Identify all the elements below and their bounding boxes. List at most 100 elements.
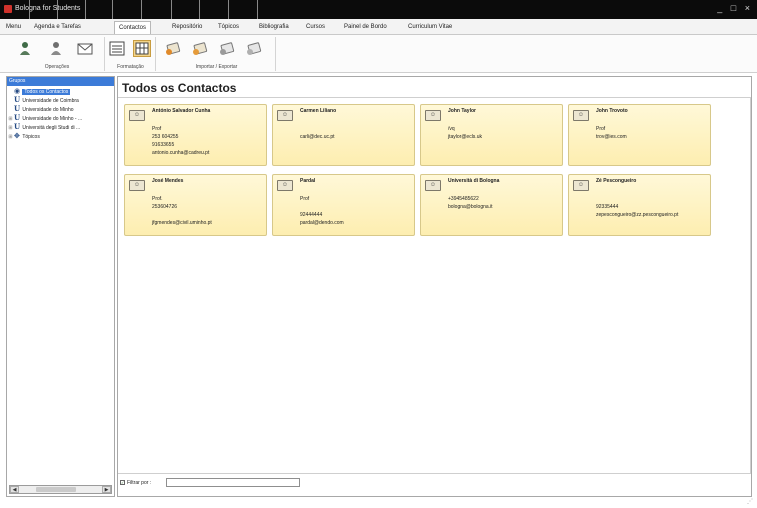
scroll-left-icon[interactable]: ◀ [10, 486, 19, 493]
title-bar: Bologna for Students _ □ × [0, 0, 757, 19]
contact-card[interactable]: ☺ Pardal Prof 92444444 pardal@dendo.com [272, 174, 415, 236]
tree-item-todos-os-contactos[interactable]: ◉ Todos os Contactos [7, 86, 114, 95]
tab-contactos[interactable]: Contactos [114, 21, 152, 34]
app-icon [4, 5, 12, 13]
tab-painel-de-bordo[interactable]: Painel de Bordo [340, 21, 391, 34]
ribbon-group-label: Importar / Exportar [195, 64, 238, 70]
contact-card-icon: ☺ [425, 180, 441, 191]
import-icon-2[interactable] [191, 40, 209, 57]
contact-line: jfgmendes@civil.uminho.pt [152, 220, 212, 226]
contact-details: Prof. 253604726 jfgmendes@civil.uminho.p… [152, 195, 212, 227]
contact-line: antonio.cunha@cadreu.pt [152, 150, 210, 156]
university-icon: U [14, 95, 21, 104]
ribbon: Operações Formatação Importar / Exportar [0, 35, 757, 73]
contact-details: 92335444 zepescongueiro@zz.pescongueiro.… [596, 195, 678, 219]
horizontal-scrollbar[interactable]: ◀ ▶ [9, 485, 112, 494]
contact-line: 91633655 [152, 142, 175, 148]
contact-line: Prof [152, 126, 162, 132]
contact-card-icon: ☺ [129, 110, 145, 121]
tab-menu[interactable]: Menu [2, 21, 25, 34]
tab-agenda[interactable]: Agenda e Tarefas [30, 21, 85, 34]
contact-line: 92444444 [300, 212, 323, 218]
contact-details: +3945485622 bologna@bologna.it [448, 195, 493, 211]
export-icon-1[interactable] [218, 40, 236, 57]
tree-item-label: Tópicos [22, 134, 40, 140]
contact-card[interactable]: ☺ Università di Bologna +3945485622 bolo… [420, 174, 563, 236]
contact-card-icon: ☺ [425, 110, 441, 121]
ribbon-group-label: Formatação [117, 64, 144, 70]
contact-cards-area: ☺ António Salvador Cunha Prof 253 604255… [118, 98, 751, 474]
list-view-icon[interactable] [108, 40, 126, 57]
tree-item-universidade-do-minho[interactable]: U Universidade do Minho [7, 104, 114, 113]
tree-item-universita-degli-studi[interactable]: ⊞U Università degli Studi di ... [7, 122, 114, 131]
tree-item-topicos[interactable]: ⊞✥ Tópicos [7, 131, 114, 140]
tab-cursos[interactable]: Cursos [302, 21, 329, 34]
tree-item-universidade-de-coimbra[interactable]: U Universidade de Coimbra [7, 95, 114, 104]
contact-details: Prof 92444444 pardal@dendo.com [300, 195, 344, 227]
contact-card-icon: ☺ [573, 110, 589, 121]
tab-repositorio[interactable]: Repositório [168, 21, 206, 34]
university-icon: U [14, 104, 21, 113]
scroll-thumb[interactable] [36, 487, 76, 492]
resize-grip-icon[interactable]: ⋰ [747, 498, 755, 506]
tree-item-universidade-do-minho-2[interactable]: ⊞U Universidade do Minho - ... [7, 113, 114, 122]
contact-line: 253 604255 [152, 134, 179, 140]
window-controls[interactable]: _ □ × [717, 3, 753, 13]
scroll-right-icon[interactable]: ▶ [102, 486, 111, 493]
contact-name: Zé Pescongueiro [596, 178, 637, 184]
contact-line: /vq [448, 126, 455, 132]
remove-contact-icon[interactable] [47, 40, 65, 57]
card-view-icon[interactable] [133, 40, 151, 57]
contact-line: jtaylor@ecls.uk [448, 134, 482, 140]
contact-details: carli@dec.uc.pt [300, 125, 335, 141]
contact-name: John Trovoto [596, 108, 628, 114]
contact-card[interactable]: ☺ Carmen Liliano carli@dec.uc.pt [272, 104, 415, 166]
filter-checkbox[interactable]: ✓ [120, 480, 125, 485]
contact-line: 92335444 [596, 204, 619, 210]
contact-line: 253604726 [152, 204, 178, 210]
contact-card-icon: ☺ [277, 180, 293, 191]
contact-line [300, 125, 335, 133]
tab-topicos[interactable]: Tópicos [214, 21, 243, 34]
contacts-panel: Todos os Contactos ☺ António Salvador Cu… [117, 76, 752, 497]
contact-line [300, 203, 344, 211]
contact-details: /vq jtaylor@ecls.uk [448, 125, 482, 141]
contact-line [152, 211, 212, 219]
contact-line: Prof. [152, 196, 163, 202]
contact-line [596, 195, 678, 203]
filter-bar: ✓ Filtrar por : [118, 473, 751, 496]
contact-card-icon: ☺ [573, 180, 589, 191]
university-icon: U [14, 122, 21, 131]
tab-bibliografia[interactable]: Bibliografia [255, 21, 293, 34]
contact-line: trov@ies.com [596, 134, 627, 140]
contact-line: carli@dec.uc.pt [300, 134, 335, 140]
filter-label: Filtrar por : [127, 480, 152, 486]
ribbon-group-operacoes: Operações [10, 37, 105, 71]
email-icon[interactable] [76, 40, 94, 57]
tab-curriculum-vitae[interactable]: Curriculum Vitae [404, 21, 456, 34]
export-icon-2[interactable] [245, 40, 263, 57]
import-icon-1[interactable] [164, 40, 182, 57]
contact-card-icon: ☺ [129, 180, 145, 191]
contact-name: Università di Bologna [448, 178, 500, 184]
contact-name: Carmen Liliano [300, 108, 337, 114]
ribbon-group-label: Operações [44, 64, 70, 70]
ribbon-group-formatacao: Formatação [106, 37, 156, 71]
filter-input[interactable] [166, 478, 300, 487]
university-icon: U [14, 113, 21, 122]
contact-card[interactable]: ☺ José Mendes Prof. 253604726 jfgmendes@… [124, 174, 267, 236]
expand-icon[interactable]: ⊞ [7, 133, 14, 142]
contact-details: Prof trov@ies.com [596, 125, 627, 141]
ribbon-group-importar-exportar: Importar / Exportar [158, 37, 276, 71]
contact-card[interactable]: ☺ John Trovoto Prof trov@ies.com [568, 104, 711, 166]
contact-name: José Mendes [152, 178, 184, 184]
contact-card[interactable]: ☺ Zé Pescongueiro 92335444 zepescongueir… [568, 174, 711, 236]
add-contact-icon[interactable] [16, 40, 34, 57]
page-title: Todos os Contactos [122, 81, 237, 95]
contact-line: Prof [596, 126, 606, 132]
contact-line: Prof [300, 196, 310, 202]
contact-card[interactable]: ☺ António Salvador Cunha Prof 253 604255… [124, 104, 267, 166]
contact-card[interactable]: ☺ John Taylor /vq jtaylor@ecls.uk [420, 104, 563, 166]
ribbon-tabs: Menu Agenda e Tarefas Contactos Repositó… [0, 19, 757, 35]
topics-icon: ✥ [14, 131, 20, 140]
